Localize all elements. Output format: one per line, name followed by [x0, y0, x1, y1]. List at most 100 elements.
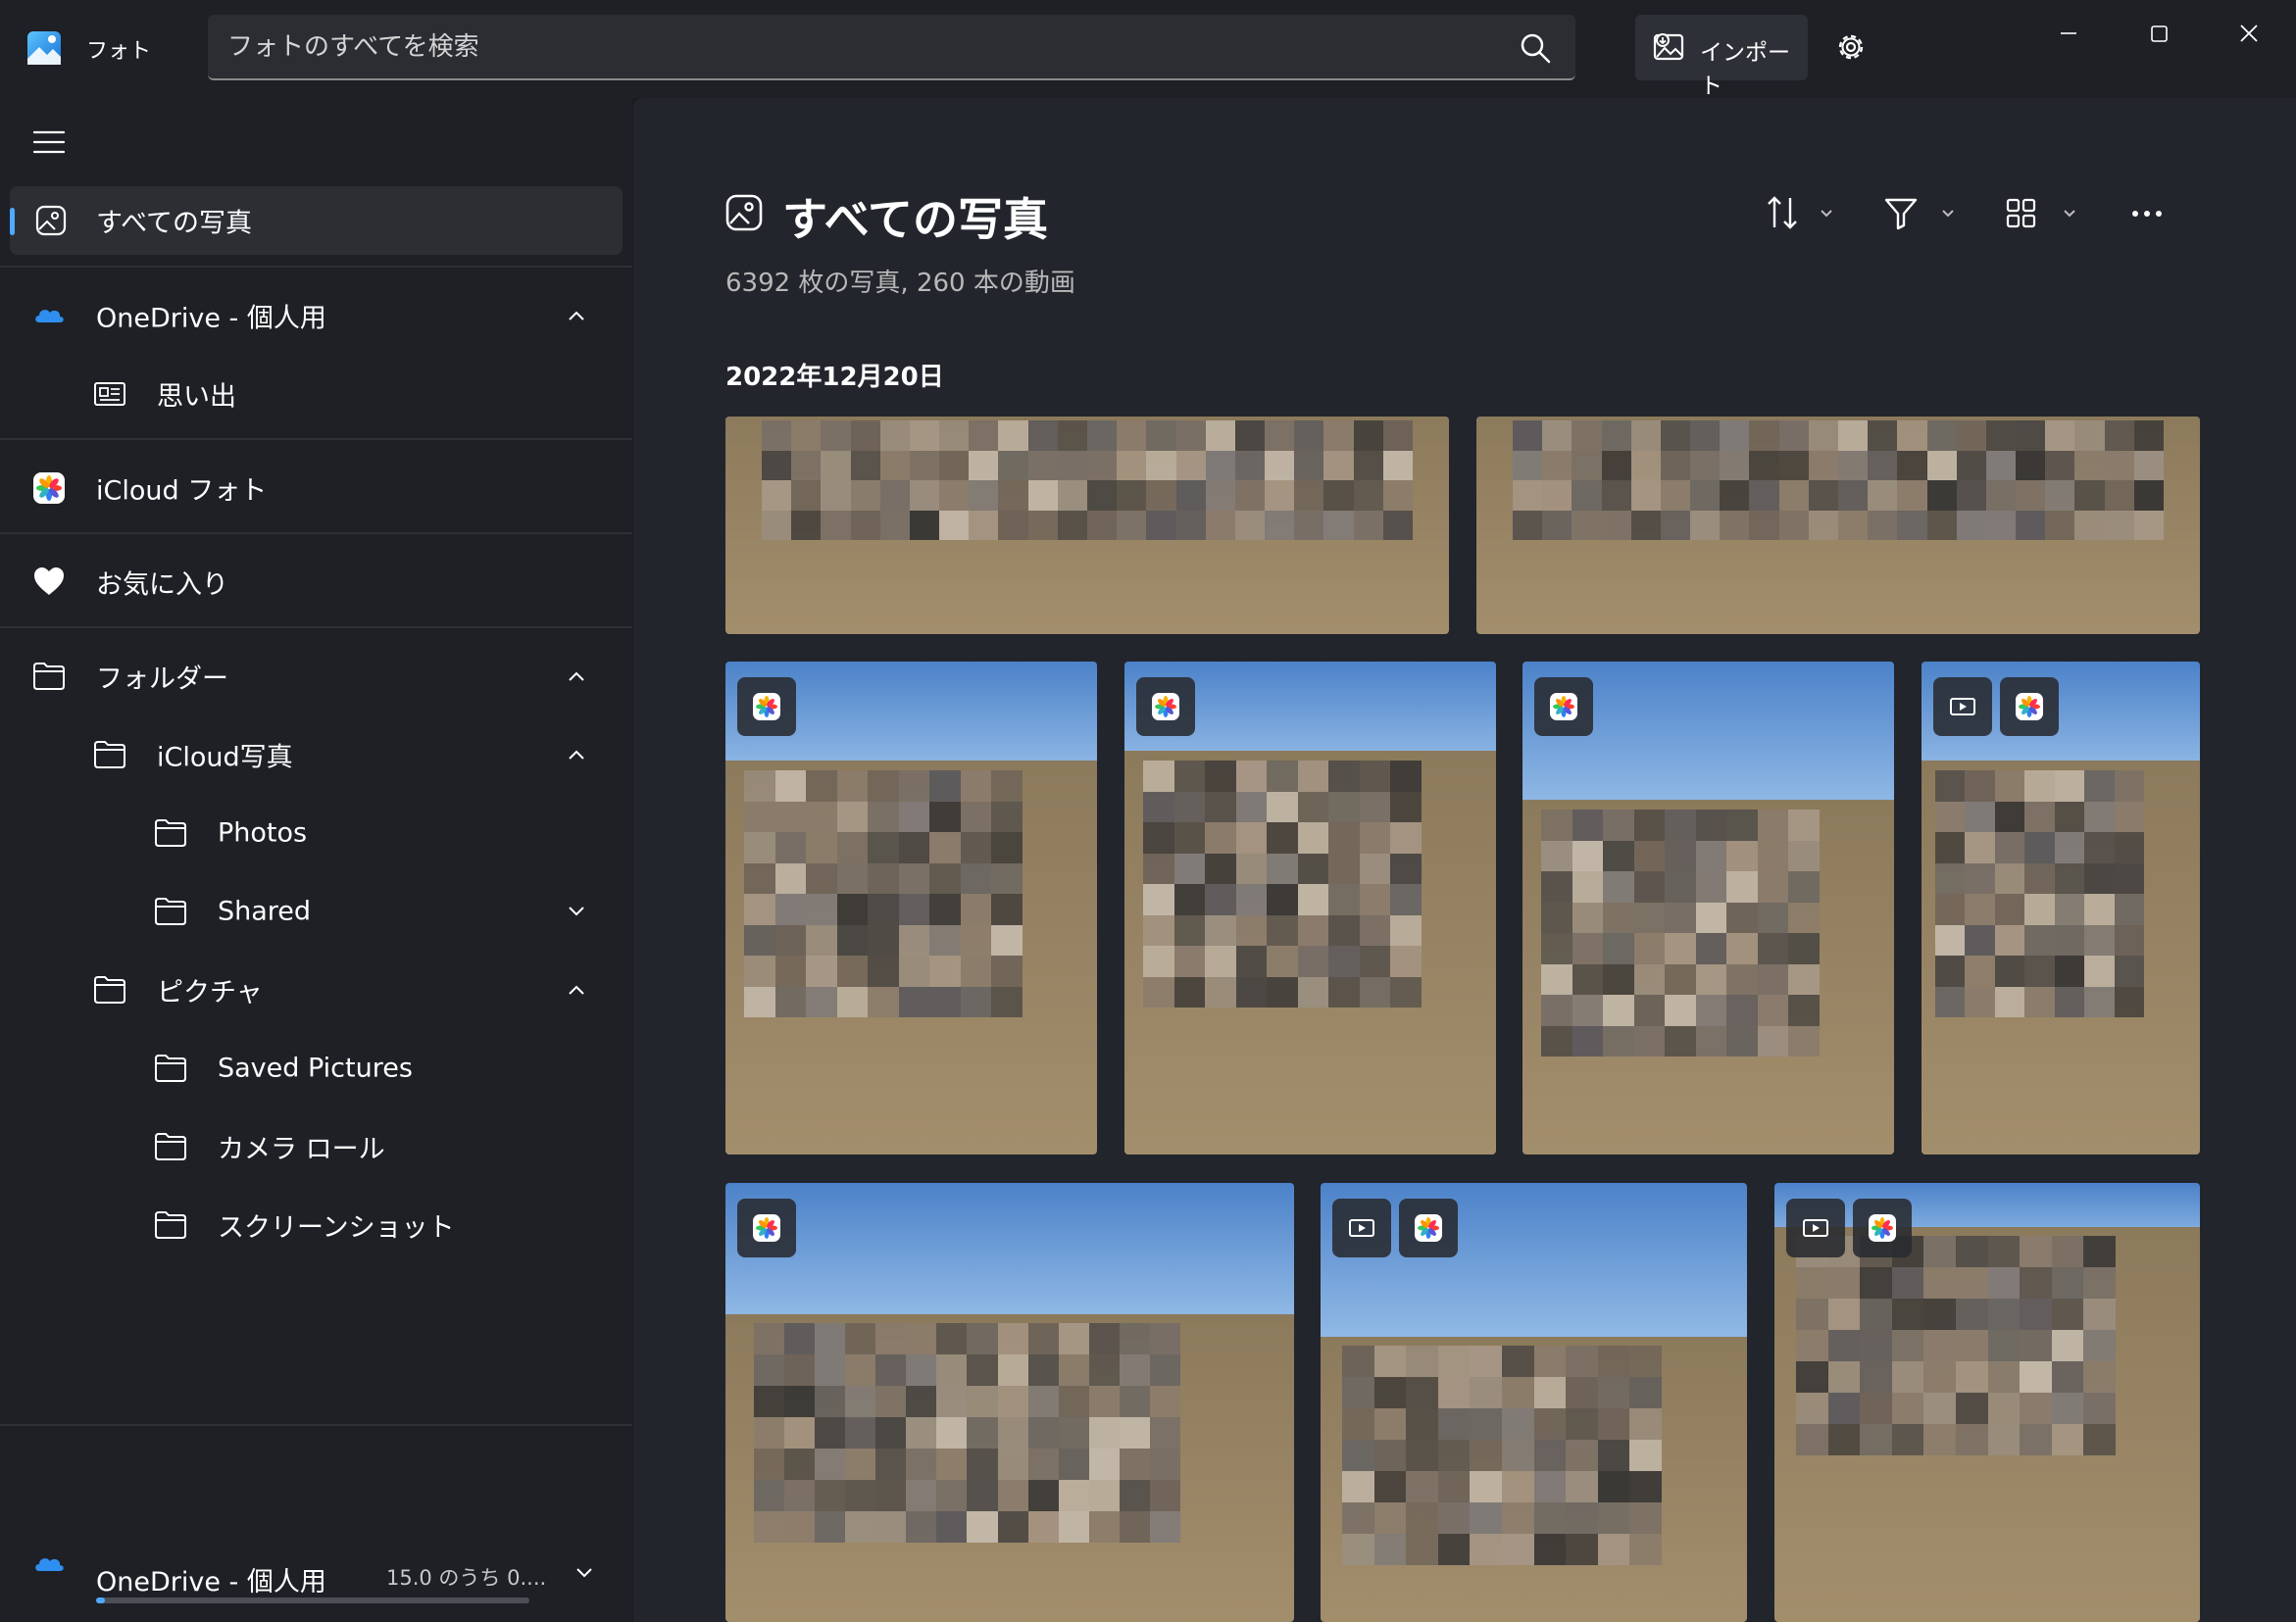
onedrive-cloud-icon — [35, 1558, 64, 1571]
video-icon — [1950, 698, 1975, 715]
search-icon[interactable] — [1519, 31, 1552, 65]
heart-icon — [34, 567, 64, 595]
title-bar: フォト インポート — [0, 0, 2296, 99]
sidebar-item-shared[interactable]: Shared — [10, 877, 623, 946]
icloud-photos-badge — [1399, 1199, 1458, 1257]
photo-count: 6392 枚の写真, 260 本の動画 — [725, 269, 1075, 298]
sidebar-item-label: すべての写真 — [96, 208, 253, 239]
divider — [0, 1424, 632, 1426]
icloud-photos-badge — [2000, 677, 2059, 736]
photo-thumbnail[interactable] — [1321, 1183, 1747, 1622]
divider — [0, 626, 632, 628]
sidebar: すべての写真 OneDrive - 個人用 思い出 iCloud フォト お気に… — [0, 98, 632, 1622]
video-badge — [1332, 1199, 1391, 1257]
storage-usage: 15.0 のうち 0.... — [386, 1566, 547, 1590]
pixelated-mosaic — [744, 770, 1023, 1017]
sidebar-item-label: フォルダー — [96, 664, 228, 695]
icloud-photos-icon — [753, 1214, 780, 1242]
view-layout-icon[interactable] — [2002, 190, 2090, 237]
folder-icon — [155, 1133, 186, 1160]
sidebar-item-label: お気に入り — [96, 569, 228, 601]
filter-icon[interactable] — [1880, 190, 1969, 237]
sidebar-item-pictures[interactable]: ピクチャ — [10, 956, 623, 1024]
sidebar-item-camera-roll[interactable]: カメラ ロール — [10, 1112, 623, 1181]
sort-icon[interactable] — [1759, 190, 1847, 237]
sidebar-item-label: カメラ ロール — [218, 1134, 385, 1165]
pixelated-mosaic — [1796, 1236, 2116, 1455]
photo-icon — [725, 194, 763, 231]
divider — [0, 266, 632, 268]
sidebar-item-all-photos[interactable]: すべての写真 — [10, 186, 623, 255]
icloud-photos-badge — [737, 677, 796, 736]
date-group-header: 2022年12月20日 — [725, 363, 944, 392]
icloud-photos-icon — [753, 693, 780, 720]
icloud-photos-badge — [737, 1199, 796, 1257]
pixelated-mosaic — [762, 420, 1413, 540]
photo-thumbnail[interactable] — [725, 1183, 1294, 1622]
video-badge — [1933, 677, 1992, 736]
icloud-photos-icon — [1415, 1214, 1442, 1242]
sidebar-item-memories[interactable]: 思い出 — [10, 360, 623, 428]
sidebar-item-folders[interactable]: フォルダー — [10, 642, 623, 711]
chevron-up-icon[interactable] — [566, 983, 587, 997]
chevron-down-icon[interactable] — [566, 905, 587, 918]
photos-app-icon — [27, 31, 61, 65]
close-icon[interactable] — [2220, 14, 2278, 53]
chevron-up-icon[interactable] — [566, 309, 587, 322]
main-content: すべての写真 6392 枚の写真, 260 本の動画 2022年12月20日 — [633, 98, 2296, 1622]
more-options-icon[interactable] — [2123, 190, 2182, 237]
icloud-photos-icon — [1869, 1214, 1896, 1242]
photo-thumbnail[interactable] — [1774, 1183, 2200, 1622]
sidebar-item-onedrive[interactable]: OneDrive - 個人用 — [10, 281, 623, 350]
photo-thumbnail[interactable] — [1522, 662, 1894, 1155]
photo-thumbnail[interactable] — [1922, 662, 2200, 1155]
maximize-icon[interactable] — [2129, 14, 2188, 53]
chevron-down-icon[interactable] — [574, 1566, 595, 1580]
photo-icon — [35, 205, 67, 236]
icloud-photos-badge — [1534, 677, 1593, 736]
hamburger-menu-icon[interactable] — [31, 127, 67, 157]
search-input[interactable] — [227, 26, 1502, 68]
sidebar-item-label: 思い出 — [157, 381, 236, 413]
pixelated-mosaic — [1935, 770, 2144, 1017]
sidebar-item-favorites[interactable]: お気に入り — [10, 548, 623, 616]
video-icon — [1803, 1219, 1828, 1237]
settings-gear-icon[interactable] — [1833, 29, 1869, 65]
photo-thumbnail[interactable] — [1476, 417, 2200, 634]
sidebar-item-label: ピクチャ — [157, 977, 263, 1008]
memories-icon — [94, 382, 125, 406]
import-label: インポート — [1700, 40, 1790, 99]
sidebar-item-label: Photos — [218, 817, 308, 849]
sidebar-item-saved-pictures[interactable]: Saved Pictures — [10, 1034, 623, 1103]
minimize-icon[interactable] — [2039, 14, 2098, 53]
page-title: すべての写真 — [782, 193, 1048, 246]
chevron-up-icon[interactable] — [566, 748, 587, 762]
import-button[interactable]: インポート — [1635, 15, 1808, 99]
sidebar-item-label: スクリーンショット — [218, 1212, 455, 1244]
pixelated-mosaic — [1513, 420, 2164, 540]
photo-thumbnail[interactable] — [1124, 662, 1496, 1155]
divider — [0, 438, 632, 440]
folder-icon — [155, 819, 186, 847]
storage-label: OneDrive - 個人用 — [96, 1567, 326, 1597]
icloud-photos-icon — [33, 472, 65, 504]
sidebar-item-icloud-folder[interactable]: iCloud写真 — [10, 720, 623, 789]
sidebar-item-label: Saved Pictures — [218, 1053, 413, 1084]
folder-icon — [155, 1211, 186, 1239]
app-title: フォト — [86, 39, 152, 64]
icloud-photos-badge — [1853, 1199, 1912, 1257]
sidebar-item-photos[interactable]: Photos — [10, 799, 623, 867]
icloud-photos-icon — [1152, 693, 1179, 720]
sidebar-item-label: OneDrive - 個人用 — [96, 303, 326, 334]
onedrive-storage[interactable]: OneDrive - 個人用 15.0 のうち 0.... — [0, 1519, 632, 1622]
icloud-photos-icon — [1550, 693, 1577, 720]
folder-icon — [155, 1055, 186, 1082]
search-box[interactable] — [208, 15, 1575, 80]
storage-progress-fill — [96, 1597, 105, 1603]
sidebar-item-label: Shared — [218, 896, 312, 927]
chevron-up-icon[interactable] — [566, 669, 587, 683]
sidebar-item-screenshots[interactable]: スクリーンショット — [10, 1191, 623, 1259]
sidebar-item-icloud[interactable]: iCloud フォト — [10, 454, 623, 522]
photo-thumbnail[interactable] — [725, 417, 1449, 634]
photo-thumbnail[interactable] — [725, 662, 1097, 1155]
